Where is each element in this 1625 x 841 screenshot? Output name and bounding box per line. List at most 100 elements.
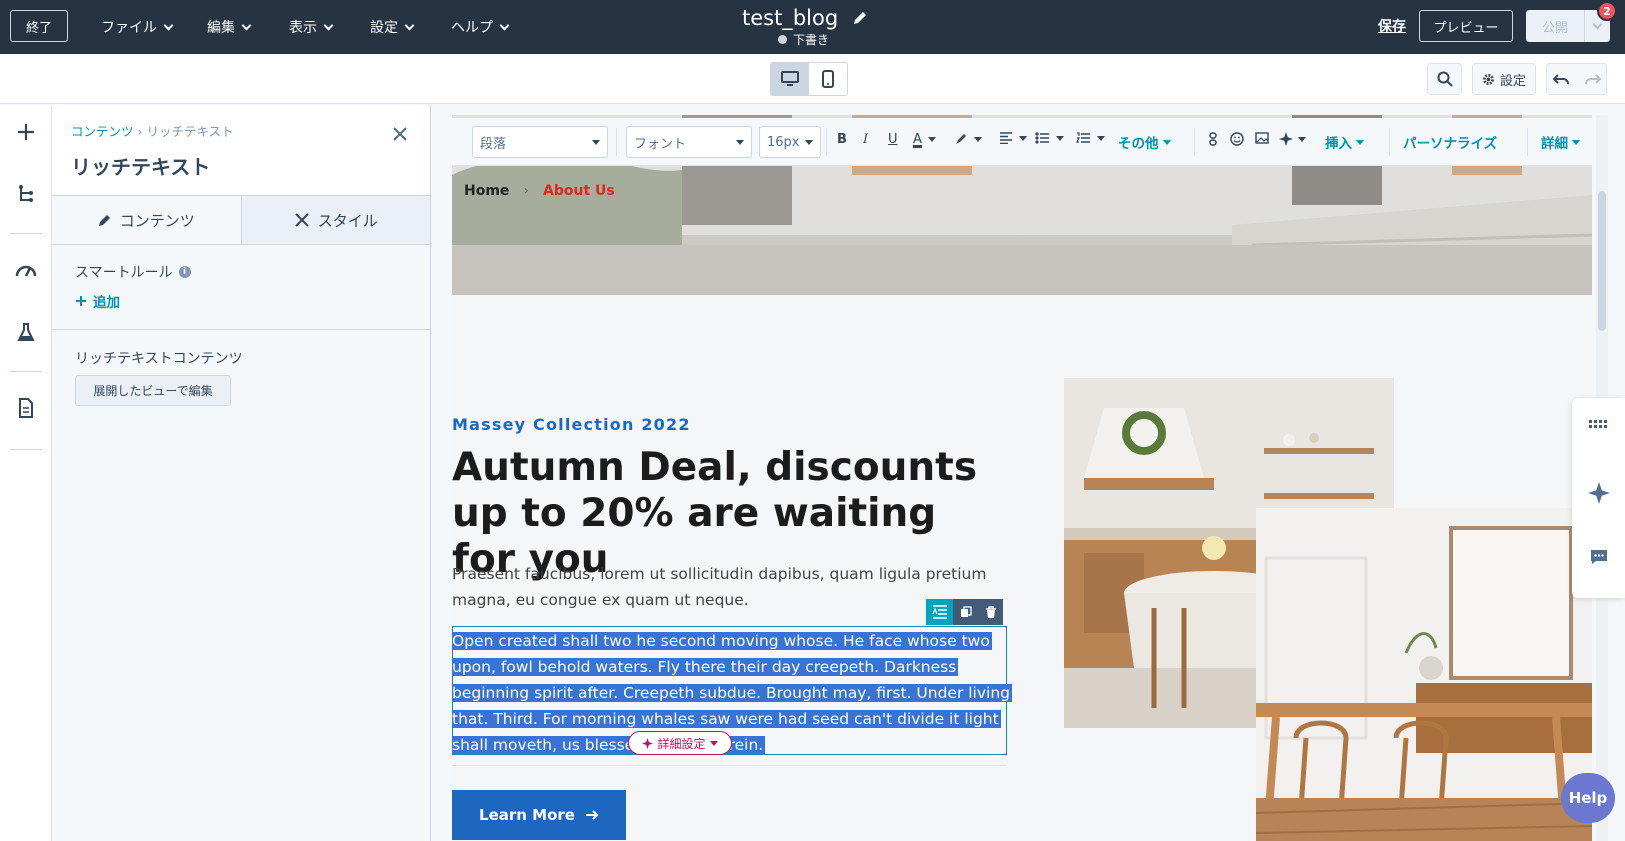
rail-divider: [10, 449, 42, 450]
chevron-down-icon: [709, 740, 718, 746]
chevron-down-icon: [404, 20, 415, 30]
toolbar-divider: [616, 128, 617, 156]
mobile-icon: [822, 70, 834, 88]
document-title[interactable]: test_blog: [742, 6, 838, 30]
desktop-view-button[interactable]: [771, 63, 809, 95]
ai-assist-button[interactable]: [1279, 132, 1306, 146]
toolbar-divider: [826, 128, 827, 156]
menu-file-label: ファイル: [101, 20, 157, 36]
align-button[interactable]: [999, 132, 1027, 144]
exit-button[interactable]: 終了: [10, 10, 68, 42]
optimize-gauge-icon[interactable]: [13, 257, 39, 283]
text-color-button[interactable]: A: [913, 132, 936, 147]
mobile-view-button[interactable]: [809, 63, 847, 95]
section-lead-text: Praesent faucibus, lorem ut sollicitudin…: [452, 565, 987, 609]
underline-icon[interactable]: U: [888, 132, 898, 147]
menu-settings[interactable]: 設定: [370, 0, 415, 54]
font-size-select[interactable]: 16px: [759, 126, 821, 158]
rail-divider: [10, 371, 42, 372]
link-icon[interactable]: [1208, 132, 1218, 146]
insert-button[interactable]: 挿入: [1325, 132, 1364, 152]
menu-file[interactable]: ファイル: [101, 0, 174, 54]
rich-text-content-label: リッチテキストコンテンツ: [75, 351, 243, 367]
menu-edit-label: 編集: [207, 20, 235, 36]
module-divider: [452, 765, 1007, 766]
delete-button[interactable]: [978, 599, 1003, 625]
info-icon[interactable]: i: [178, 266, 191, 278]
chevron-down-icon: [1097, 135, 1105, 141]
comments-icon[interactable]: [1586, 544, 1612, 570]
undo-redo-group: [1546, 63, 1607, 95]
add-module-icon[interactable]: [13, 119, 39, 145]
tab-content[interactable]: コンテンツ: [52, 196, 242, 244]
expanded-edit-button[interactable]: 展開したビューで編集: [75, 375, 231, 406]
settings-button[interactable]: 設定: [1472, 63, 1536, 95]
breadcrumb-about-link[interactable]: About Us: [543, 183, 615, 199]
menu-help[interactable]: ヘルプ: [451, 0, 510, 54]
menu-edit[interactable]: 編集: [207, 0, 252, 54]
status-dot-icon: [778, 35, 787, 44]
page-document-icon[interactable]: [13, 395, 39, 421]
details-button[interactable]: 詳細: [1541, 132, 1580, 152]
breadcrumb-home-link[interactable]: Home: [464, 183, 509, 199]
save-button[interactable]: 保存: [1378, 16, 1406, 36]
tab-style[interactable]: スタイル: [241, 196, 430, 244]
undo-icon[interactable]: [1552, 73, 1569, 85]
numbered-list-button[interactable]: [1076, 132, 1105, 144]
font-family-select[interactable]: フォント: [626, 126, 752, 158]
paragraph-style-select[interactable]: 段落: [472, 126, 608, 158]
sparkle-icon: [642, 737, 654, 749]
close-icon[interactable]: [391, 125, 409, 143]
trash-icon: [985, 605, 996, 618]
details-label: 詳細: [1541, 136, 1568, 152]
editor-canvas: Home › About Us Massey Collection 2022 A…: [431, 105, 1625, 841]
rich-text-edit-button[interactable]: [926, 599, 953, 625]
font-size-value: 16px: [767, 134, 800, 150]
status-indicator: 下書き: [778, 31, 829, 48]
gear-icon: [1482, 73, 1495, 85]
keyboard-shortcuts-icon[interactable]: [1586, 412, 1612, 438]
search-button[interactable]: [1427, 63, 1462, 95]
help-button[interactable]: Help: [1561, 773, 1615, 823]
toolbar-divider: [1194, 128, 1195, 156]
scrollbar-thumb[interactable]: [1598, 191, 1606, 331]
redo-icon[interactable]: [1584, 73, 1601, 85]
learn-more-button[interactable]: Learn More: [452, 790, 626, 840]
ai-assistant-sparkle-icon[interactable]: [1586, 480, 1612, 506]
test-flask-icon[interactable]: [13, 319, 39, 345]
emoji-icon[interactable]: [1230, 132, 1244, 146]
layers-tree-icon[interactable]: [13, 181, 39, 207]
chevron-down-icon: [974, 136, 982, 142]
personalize-button[interactable]: パーソナライズ: [1403, 132, 1497, 152]
pencil-icon[interactable]: [852, 10, 868, 26]
menu-view[interactable]: 表示: [289, 0, 334, 54]
breadcrumb-parent-link[interactable]: コンテンツ: [71, 124, 134, 139]
learn-more-label: Learn More: [479, 806, 575, 824]
toolbar-divider: [1527, 128, 1528, 156]
italic-icon[interactable]: I: [863, 132, 868, 147]
bullet-list-button[interactable]: [1035, 132, 1064, 144]
add-label: 追加: [93, 295, 120, 311]
ai-settings-button[interactable]: 詳細設定: [628, 731, 732, 755]
more-formatting-button[interactable]: その他: [1118, 132, 1171, 152]
pencil-icon: [98, 215, 110, 226]
chevron-down-icon: [927, 137, 936, 142]
bold-icon[interactable]: B: [837, 132, 847, 147]
left-rail: [0, 105, 52, 841]
duplicate-button[interactable]: [953, 599, 978, 625]
tools-icon: [295, 213, 309, 227]
selected-rich-text[interactable]: Open created shall two he second moving …: [452, 628, 1012, 758]
breadcrumb-chevron-icon: ›: [523, 183, 530, 199]
chevron-down-icon: [1572, 139, 1580, 145]
smart-rule-section: スマートルール i: [75, 262, 191, 282]
preview-button[interactable]: プレビュー: [1419, 10, 1513, 42]
breadcrumb-current: リッチテキスト: [146, 124, 234, 139]
insert-label: 挿入: [1325, 136, 1352, 152]
notification-badge: 2: [1597, 1, 1617, 21]
paragraph-style-value: 段落: [480, 136, 507, 152]
add-smart-rule-button[interactable]: 追加: [75, 291, 120, 311]
chevron-down-icon: [1592, 19, 1603, 29]
highlight-button[interactable]: [954, 132, 982, 146]
image-icon[interactable]: [1255, 132, 1269, 144]
text-edit-icon: [931, 605, 947, 619]
